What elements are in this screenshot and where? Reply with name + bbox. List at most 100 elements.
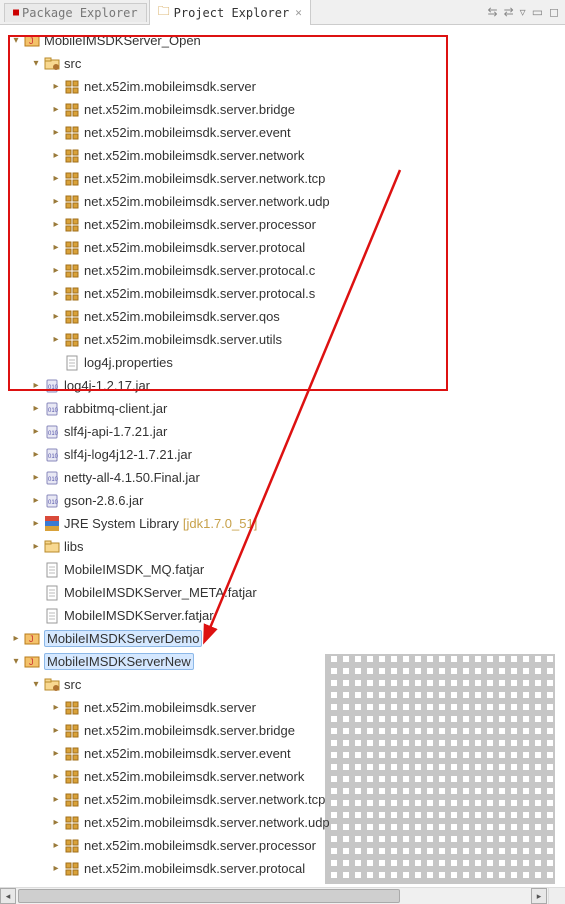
expand-icon[interactable]: ▸ bbox=[50, 311, 62, 322]
tab-toolbar: ⇆ ⇄ ▿ ▭ ◻ bbox=[488, 5, 565, 19]
project-explorer-icon: 🗀 bbox=[158, 2, 170, 23]
scroll-left-icon[interactable]: ◂ bbox=[0, 888, 16, 904]
minimize-icon[interactable]: ▭ bbox=[532, 5, 543, 19]
package-node[interactable]: ▸net.x52im.mobileimsdk.server.network.tc… bbox=[4, 788, 565, 811]
expand-icon[interactable]: ▸ bbox=[30, 449, 42, 460]
scroll-right-icon[interactable]: ▸ bbox=[531, 888, 547, 904]
expand-icon[interactable]: ▸ bbox=[50, 288, 62, 299]
expand-icon[interactable]: ▸ bbox=[50, 127, 62, 138]
expand-icon[interactable]: ▸ bbox=[50, 817, 62, 828]
expand-icon[interactable]: ▸ bbox=[30, 426, 42, 437]
tab-project-explorer[interactable]: 🗀 Project Explorer ✕ bbox=[149, 0, 311, 25]
file-node[interactable]: MobileIMSDK_MQ.fatjar bbox=[4, 558, 565, 581]
expand-icon[interactable]: ▸ bbox=[50, 219, 62, 230]
svg-text:J: J bbox=[29, 634, 34, 644]
package-node[interactable]: ▸net.x52im.mobileimsdk.server.network bbox=[4, 765, 565, 788]
package-icon bbox=[64, 79, 80, 95]
expand-icon[interactable]: ▸ bbox=[50, 196, 62, 207]
jar-node[interactable]: ▸010slf4j-log4j12-1.7.21.jar bbox=[4, 443, 565, 466]
expand-icon[interactable]: ▸ bbox=[10, 633, 22, 644]
expand-icon[interactable]: ▸ bbox=[50, 863, 62, 874]
package-node[interactable]: ▸net.x52im.mobileimsdk.server.utils bbox=[4, 328, 565, 351]
jre-label: JRE System Library bbox=[64, 516, 179, 531]
expand-icon[interactable]: ▸ bbox=[50, 702, 62, 713]
expand-icon[interactable]: ▸ bbox=[30, 403, 42, 414]
collapse-all-icon[interactable]: ⇆ bbox=[488, 5, 498, 19]
expand-icon[interactable]: ▸ bbox=[30, 518, 42, 529]
expand-icon[interactable]: ▸ bbox=[30, 380, 42, 391]
package-node[interactable]: ▸net.x52im.mobileimsdk.server.processor bbox=[4, 834, 565, 857]
package-node[interactable]: ▸net.x52im.mobileimsdk.server.processor bbox=[4, 213, 565, 236]
expand-icon[interactable]: ▸ bbox=[50, 173, 62, 184]
expand-icon[interactable]: ▸ bbox=[50, 794, 62, 805]
jar-node[interactable]: ▸010gson-2.8.6.jar bbox=[4, 489, 565, 512]
package-node[interactable]: ▸net.x52im.mobileimsdk.server.event bbox=[4, 742, 565, 765]
expand-icon[interactable]: ▸ bbox=[50, 725, 62, 736]
jar-node[interactable]: ▸010netty-all-4.1.50.Final.jar bbox=[4, 466, 565, 489]
package-icon bbox=[64, 815, 80, 831]
project-node[interactable]: ▾ J MobileIMSDKServer_Open bbox=[4, 29, 565, 52]
expand-icon[interactable]: ▸ bbox=[50, 242, 62, 253]
package-node[interactable]: ▸net.x52im.mobileimsdk.server.network bbox=[4, 144, 565, 167]
expand-icon[interactable]: ▸ bbox=[50, 334, 62, 345]
package-node[interactable]: ▸net.x52im.mobileimsdk.server.bridge bbox=[4, 719, 565, 742]
project-label: MobileIMSDKServerNew bbox=[44, 653, 194, 670]
expand-icon[interactable]: ▸ bbox=[50, 104, 62, 115]
package-node[interactable]: ▸net.x52im.mobileimsdk.server bbox=[4, 75, 565, 98]
close-icon[interactable]: ✕ bbox=[295, 6, 302, 19]
expand-icon[interactable]: ▾ bbox=[30, 58, 42, 69]
scroll-thumb[interactable] bbox=[18, 889, 400, 903]
expand-icon[interactable]: ▸ bbox=[50, 81, 62, 92]
package-node[interactable]: ▸net.x52im.mobileimsdk.server bbox=[4, 696, 565, 719]
package-node[interactable]: ▸net.x52im.mobileimsdk.server.protocal.s bbox=[4, 282, 565, 305]
maximize-icon[interactable]: ◻ bbox=[549, 5, 559, 19]
expand-icon[interactable]: ▾ bbox=[10, 35, 22, 46]
expand-icon[interactable]: ▾ bbox=[10, 656, 22, 667]
expand-icon[interactable]: ▾ bbox=[30, 679, 42, 690]
package-node[interactable]: ▸net.x52im.mobileimsdk.server.event bbox=[4, 121, 565, 144]
expand-icon[interactable]: ▸ bbox=[50, 748, 62, 759]
svg-text:010: 010 bbox=[48, 454, 59, 460]
view-menu-icon[interactable]: ▿ bbox=[520, 5, 526, 19]
package-label: net.x52im.mobileimsdk.server.bridge bbox=[84, 102, 295, 117]
jar-node[interactable]: ▸010log4j-1.2.17.jar bbox=[4, 374, 565, 397]
package-icon bbox=[64, 263, 80, 279]
package-node[interactable]: ▸net.x52im.mobileimsdk.server.protocal bbox=[4, 857, 565, 880]
project-label: MobileIMSDKServer_Open bbox=[44, 33, 201, 48]
file-node[interactable]: MobileIMSDKServer_META.fatjar bbox=[4, 581, 565, 604]
tab-package-explorer[interactable]: ■ Package Explorer bbox=[4, 3, 147, 22]
expand-icon[interactable]: ▸ bbox=[50, 771, 62, 782]
package-node[interactable]: ▸net.x52im.mobileimsdk.server.qos bbox=[4, 305, 565, 328]
expand-icon[interactable]: ▸ bbox=[50, 265, 62, 276]
package-node[interactable]: ▸net.x52im.mobileimsdk.server.network.ud… bbox=[4, 190, 565, 213]
package-node[interactable]: ▸net.x52im.mobileimsdk.server.network.ud… bbox=[4, 811, 565, 834]
package-node[interactable]: ▸net.x52im.mobileimsdk.server.network.tc… bbox=[4, 167, 565, 190]
jar-node[interactable]: ▸010slf4j-api-1.7.21.jar bbox=[4, 420, 565, 443]
package-node[interactable]: ▸net.x52im.mobileimsdk.server.protocal bbox=[4, 236, 565, 259]
dirty-dot-icon: ■ bbox=[13, 7, 19, 18]
jar-node[interactable]: ▸010rabbitmq-client.jar bbox=[4, 397, 565, 420]
jre-node[interactable]: ▸ JRE System Library [jdk1.7.0_51] bbox=[4, 512, 565, 535]
link-editor-icon[interactable]: ⇄ bbox=[504, 5, 514, 19]
package-node[interactable]: ▸net.x52im.mobileimsdk.server.protocal.c bbox=[4, 259, 565, 282]
expand-icon[interactable]: ▸ bbox=[30, 472, 42, 483]
package-node[interactable]: ▸ net.x52im.mobileimsdk.server.bridge bbox=[4, 98, 565, 121]
project-node[interactable]: ▸ J MobileIMSDKServerDemo bbox=[4, 627, 565, 650]
jar-label: slf4j-api-1.7.21.jar bbox=[64, 424, 167, 439]
package-icon bbox=[64, 102, 80, 118]
expand-icon[interactable]: ▸ bbox=[30, 541, 42, 552]
expand-icon[interactable]: ▸ bbox=[50, 840, 62, 851]
file-label: MobileIMSDKServer.fatjar bbox=[64, 608, 214, 623]
tab-label: Package Explorer bbox=[22, 6, 138, 20]
libs-folder[interactable]: ▸ libs bbox=[4, 535, 565, 558]
src-folder[interactable]: ▾ src bbox=[4, 673, 565, 696]
expand-icon[interactable]: ▸ bbox=[50, 150, 62, 161]
expand-icon[interactable]: ▸ bbox=[30, 495, 42, 506]
svg-text:010: 010 bbox=[48, 408, 59, 414]
file-node[interactable]: log4j.properties bbox=[4, 351, 565, 374]
folder-icon bbox=[44, 539, 60, 555]
file-icon bbox=[44, 562, 60, 578]
project-node[interactable]: ▾ J MobileIMSDKServerNew bbox=[4, 650, 565, 673]
file-node[interactable]: MobileIMSDKServer.fatjar bbox=[4, 604, 565, 627]
src-folder[interactable]: ▾ src bbox=[4, 52, 565, 75]
